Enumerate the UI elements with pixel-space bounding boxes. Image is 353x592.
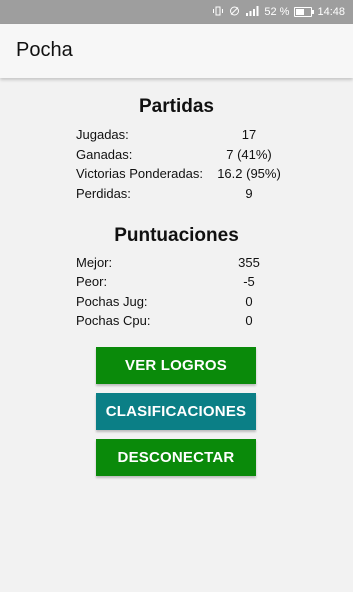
stat-label: Perdidas: (76, 186, 131, 201)
vibrate-icon (212, 6, 224, 19)
stat-label: Ganadas: (76, 147, 133, 162)
stat-label: Mejor: (76, 255, 113, 270)
stat-label: Pochas Cpu: (76, 313, 151, 328)
stat-row-ganadas: Ganadas: 7 (41%) (76, 147, 296, 167)
stat-row-pochas-jug: Pochas Jug: 0 (76, 294, 296, 314)
battery-level (296, 9, 304, 15)
stat-row-perdidas: Perdidas: 9 (76, 186, 296, 206)
stat-label: Peor: (76, 274, 108, 289)
stat-value: 17 (241, 127, 257, 142)
battery-percent: 52 % (264, 6, 290, 18)
battery-icon (294, 7, 315, 17)
stat-row-jugadas: Jugadas: 17 (76, 127, 296, 147)
signal-icon (245, 5, 259, 19)
stat-label: Pochas Jug: (76, 294, 148, 309)
stat-row-victorias-ponderadas: Victorias Ponderadas: 16.2 (95%) (76, 166, 296, 186)
desconectar-button[interactable]: DESCONECTAR (96, 439, 256, 476)
partidas-heading: Partidas (139, 96, 214, 117)
stat-value: 7 (41%) (226, 147, 272, 162)
stat-value: 0 (245, 294, 253, 309)
stat-label: Jugadas: (76, 127, 129, 142)
app-bar: Pocha (0, 24, 353, 78)
silent-icon (229, 6, 240, 19)
puntuaciones-heading: Puntuaciones (114, 225, 239, 246)
clock: 14:48 (317, 6, 345, 18)
stat-label: Victorias Ponderadas: (76, 166, 203, 181)
stat-value: 0 (245, 313, 253, 328)
stat-value: 355 (238, 255, 260, 270)
clasificaciones-button[interactable]: CLASIFICACIONES (96, 393, 256, 430)
app-title: Pocha (16, 39, 73, 61)
stat-row-pochas-cpu: Pochas Cpu: 0 (76, 313, 296, 333)
stat-row-mejor: Mejor: 355 (76, 255, 296, 275)
stat-value: 16.2 (95%) (217, 166, 281, 181)
ver-logros-button[interactable]: VER LOGROS (96, 347, 256, 384)
status-bar-right: 52 % 14:48 (212, 0, 345, 24)
stat-value: -5 (243, 274, 255, 289)
stat-value: 9 (245, 186, 253, 201)
stat-row-peor: Peor: -5 (76, 274, 296, 294)
status-bar: 52 % 14:48 (0, 0, 353, 24)
